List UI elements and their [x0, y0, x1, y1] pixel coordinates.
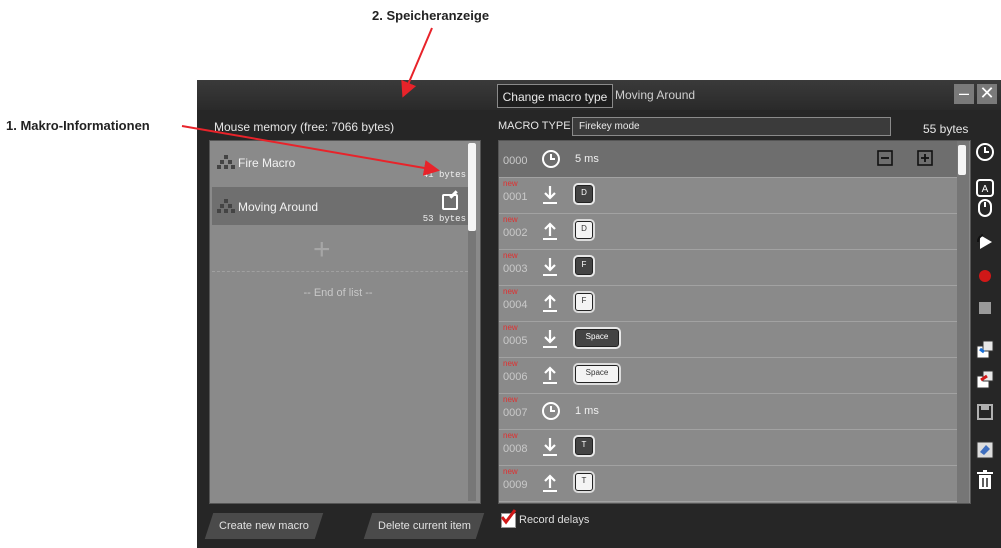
step-number: 0006: [503, 371, 528, 383]
macro-type-select[interactable]: Firekey mode: [572, 117, 891, 136]
key-up-arrow-icon: [541, 473, 559, 498]
macro-type-label: MACRO TYPE: [498, 120, 571, 132]
macro-size: 53 bytes: [422, 214, 466, 224]
macro-list-item-selected[interactable]: Moving Around 53 bytes: [212, 187, 468, 225]
macro-list-scroll-thumb[interactable]: [468, 143, 476, 231]
step-toolbar: A: [973, 140, 997, 500]
checkmark-icon: [500, 509, 517, 525]
macro-step-row[interactable]: new 0009 T: [499, 465, 957, 502]
clock-icon: [541, 149, 561, 174]
new-step-flag: new: [503, 287, 518, 296]
add-mouse-icon[interactable]: [975, 198, 995, 218]
step-list-scroll-thumb[interactable]: [958, 145, 966, 175]
key-cap: T: [575, 437, 593, 455]
key-down-arrow-icon: [541, 257, 559, 282]
record-icon[interactable]: [975, 266, 995, 286]
step-list-scrollbar[interactable]: [957, 141, 969, 503]
change-macro-type-tooltip[interactable]: Change macro type: [497, 84, 613, 108]
play-icon[interactable]: [975, 232, 995, 252]
new-step-flag: new: [503, 251, 518, 260]
step-number: 0000: [503, 155, 528, 167]
title-bar: Moving Around Change macro type – ✕: [197, 80, 1001, 110]
macro-size-label: 55 bytes: [923, 122, 969, 136]
key-up-arrow-icon: [541, 293, 559, 318]
trash-icon[interactable]: [975, 470, 995, 490]
delay-value: 5 ms: [575, 153, 599, 165]
close-button[interactable]: ✕: [977, 84, 997, 104]
macro-list: Fire Macro 41 bytes Moving Around 53 byt…: [209, 140, 481, 504]
key-cap: D: [575, 221, 593, 239]
edit-icon[interactable]: [442, 194, 458, 210]
macro-step-row[interactable]: new 0005 Space: [499, 321, 957, 358]
create-new-macro-button[interactable]: Create new macro: [204, 513, 324, 539]
macro-step-list: 0000 5 ms new 0001 Dnew 0002 Dnew 0003 Fnew 0004 F…: [498, 140, 971, 504]
key-cap: D: [575, 185, 593, 203]
macro-size: 41 bytes: [422, 170, 466, 180]
key-up-arrow-icon: [541, 221, 559, 246]
macro-name: Fire Macro: [238, 156, 296, 170]
annotation-macro-info: 1. Makro-Informationen: [6, 118, 150, 133]
key-up-arrow-icon: [541, 365, 559, 390]
macro-step-row[interactable]: new 0001 D: [499, 177, 957, 214]
mouse-memory-label: Mouse memory (free: 7066 bytes): [214, 120, 395, 134]
key-down-arrow-icon: [541, 329, 559, 354]
create-new-macro-label: Create new macro: [219, 520, 309, 532]
collapse-icon[interactable]: [877, 150, 893, 166]
svg-text:A: A: [982, 184, 989, 195]
step-number: 0008: [503, 443, 528, 455]
list-divider: [212, 271, 468, 272]
stop-icon: [979, 302, 991, 314]
new-step-flag: new: [503, 215, 518, 224]
macro-name: Moving Around: [238, 200, 319, 214]
key-cap: Space: [575, 329, 619, 347]
macro-step-row[interactable]: new 0003 F: [499, 249, 957, 286]
macro-step-row[interactable]: new 0002 D: [499, 213, 957, 250]
delete-current-item-label: Delete current item: [377, 520, 471, 532]
step-number: 0004: [503, 299, 528, 311]
save-icon: [977, 404, 993, 420]
delay-value: 1 ms: [575, 405, 599, 417]
macro-tree-icon: [217, 199, 235, 213]
key-cap: F: [575, 293, 593, 311]
macro-step-row[interactable]: new 0008 T: [499, 429, 957, 466]
new-step-flag: new: [503, 431, 518, 440]
step-number: 0002: [503, 227, 528, 239]
end-of-list-label: -- End of list --: [303, 287, 373, 299]
macro-tree-icon: [217, 155, 235, 169]
step-number: 0001: [503, 191, 528, 203]
step-number: 0009: [503, 479, 528, 491]
macro-step-row[interactable]: new 0006 Space: [499, 357, 957, 394]
record-delays-label: Record delays: [519, 514, 590, 526]
macro-editor-window: Moving Around Change macro type – ✕ Mous…: [197, 80, 1001, 548]
step-number: 0003: [503, 263, 528, 275]
clock-icon: [541, 401, 561, 426]
new-step-flag: new: [503, 323, 518, 332]
add-delay-clock-icon[interactable]: [975, 142, 995, 162]
new-step-flag: new: [503, 467, 518, 476]
eraser-icon[interactable]: [975, 440, 995, 460]
new-step-flag: new: [503, 395, 518, 404]
key-down-arrow-icon: [541, 437, 559, 462]
key-cap: F: [575, 257, 593, 275]
key-cap: T: [575, 473, 593, 491]
macro-list-item[interactable]: Fire Macro 41 bytes: [212, 143, 468, 181]
step-number: 0005: [503, 335, 528, 347]
delete-current-item-button[interactable]: Delete current item: [363, 513, 485, 539]
macro-step-row[interactable]: 0000 5 ms: [499, 141, 957, 178]
new-step-flag: new: [503, 179, 518, 188]
key-cap: Space: [575, 365, 619, 383]
macro-step-row[interactable]: new 0004 F: [499, 285, 957, 322]
add-macro-plus-icon[interactable]: +: [313, 233, 331, 267]
window-title: Moving Around: [615, 88, 696, 102]
import-icon[interactable]: [975, 340, 995, 360]
minimize-button[interactable]: –: [954, 84, 974, 104]
key-down-arrow-icon: [541, 185, 559, 210]
new-step-flag: new: [503, 359, 518, 368]
step-number: 0007: [503, 407, 528, 419]
export-icon[interactable]: [975, 370, 995, 390]
expand-icon[interactable]: [917, 150, 933, 166]
annotation-memory-display: 2. Speicheranzeige: [372, 8, 490, 23]
add-key-icon[interactable]: A: [975, 178, 995, 198]
macro-step-row[interactable]: new 0007 1 ms: [499, 393, 957, 430]
